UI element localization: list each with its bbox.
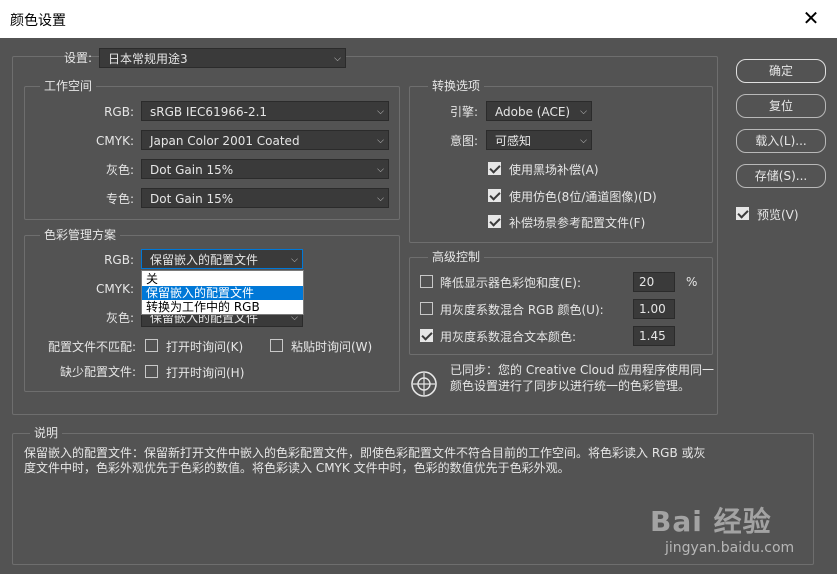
mismatch-label: 配置文件不匹配:	[47, 340, 136, 354]
title-bar: 颜色设置 ✕	[0, 0, 837, 38]
ws-spot-label: 专色:	[105, 192, 134, 206]
dropdown-option-preserve[interactable]: 保留嵌入的配置文件	[142, 286, 303, 300]
ws-spot-select[interactable]: Dot Gain 15% ⌵	[141, 188, 389, 208]
baidu-watermark-logo: Bai 经验	[650, 505, 772, 538]
ws-cmyk-value: Japan Color 2001 Coated	[150, 134, 300, 148]
ok-button[interactable]: 确定	[736, 59, 826, 83]
description-text: 保留嵌入的配置文件：保留新打开文件中嵌入的色彩配置文件，即使色彩配置文件不符合目…	[24, 446, 706, 475]
ws-cmyk-label: CMYK:	[96, 134, 134, 148]
ws-rgb-value: sRGB IEC61966-2.1	[150, 105, 268, 119]
dropdown-option-off[interactable]: 关	[142, 272, 303, 286]
cm-cmyk-label: CMYK:	[96, 282, 134, 296]
engine-value: Adobe (ACE)	[495, 105, 571, 119]
dither-label: 使用仿色(8位/通道图像)(D)	[509, 190, 657, 204]
cm-rgb-value: 保留嵌入的配置文件	[150, 253, 259, 267]
sync-icon	[410, 370, 438, 398]
missing-ask-open-checkbox[interactable]	[145, 365, 158, 378]
chevron-down-icon: ⌵	[291, 255, 298, 265]
close-icon[interactable]: ✕	[799, 6, 823, 30]
cm-gray-label: 灰色:	[105, 311, 134, 325]
ws-gray-value: Dot Gain 15%	[150, 163, 234, 177]
chevron-down-icon: ⌵	[580, 107, 587, 117]
load-button[interactable]: 载入(L)...	[736, 129, 826, 153]
chevron-down-icon: ⌵	[580, 136, 587, 146]
scene-referred-checkbox[interactable]	[488, 215, 501, 228]
preview-checkbox[interactable]	[736, 207, 749, 220]
chevron-down-icon: ⌵	[334, 54, 341, 64]
missing-label: 缺少配置文件:	[59, 365, 136, 379]
intent-label: 意图:	[449, 134, 478, 148]
blend-text-label: 用灰度系数混合文本颜色:	[440, 330, 577, 344]
blend-rgb-checkbox[interactable]	[420, 302, 433, 315]
mismatch-ask-open-checkbox[interactable]	[145, 339, 158, 352]
chevron-down-icon: ⌵	[377, 136, 384, 146]
desaturate-unit: %	[686, 275, 698, 289]
sync-text: 已同步：您的 Creative Cloud 应用程序使用同一颜色设置进行了同步以…	[450, 363, 715, 393]
rgb-policy-dropdown: 关 保留嵌入的配置文件 转换为工作中的 RGB	[141, 270, 304, 315]
window-title: 颜色设置	[10, 13, 66, 29]
missing-ask-open-label: 打开时询问(H)	[166, 366, 245, 380]
ws-rgb-label: RGB:	[104, 105, 134, 119]
save-button[interactable]: 存储(S)...	[736, 164, 826, 188]
mismatch-ask-open-label: 打开时询问(K)	[166, 340, 244, 354]
desaturate-label: 降低显示器色彩饱和度(E):	[440, 276, 581, 290]
engine-label: 引擎:	[449, 105, 478, 119]
cm-rgb-label: RGB:	[104, 253, 134, 267]
mismatch-ask-paste-checkbox[interactable]	[270, 339, 283, 352]
intent-value: 可感知	[495, 134, 532, 148]
ws-gray-label: 灰色:	[105, 163, 134, 177]
description-title: 说明	[30, 426, 63, 440]
chevron-down-icon: ⌵	[377, 107, 384, 117]
engine-select[interactable]: Adobe (ACE) ⌵	[486, 101, 592, 121]
desaturate-input[interactable]: 20	[633, 272, 675, 292]
blend-text-checkbox[interactable]	[420, 329, 433, 342]
black-point-label: 使用黑场补偿(A)	[509, 163, 599, 177]
cm-rgb-select[interactable]: 保留嵌入的配置文件 ⌵	[141, 249, 303, 269]
color-management-title: 色彩管理方案	[40, 228, 121, 242]
blend-rgb-label: 用灰度系数混合 RGB 颜色(U):	[440, 303, 604, 317]
mismatch-ask-paste-label: 粘贴时询问(W)	[291, 340, 373, 354]
settings-value: 日本常规用途3	[108, 52, 188, 66]
ws-cmyk-select[interactable]: Japan Color 2001 Coated ⌵	[141, 130, 389, 150]
settings-label: 设置:	[63, 51, 92, 65]
working-spaces-title: 工作空间	[40, 79, 97, 93]
ws-rgb-select[interactable]: sRGB IEC61966-2.1 ⌵	[141, 101, 389, 121]
scene-referred-label: 补偿场景参考配置文件(F)	[509, 216, 646, 230]
dither-checkbox[interactable]	[488, 189, 501, 202]
settings-select[interactable]: 日本常规用途3 ⌵	[99, 48, 346, 68]
chevron-down-icon: ⌵	[377, 165, 384, 175]
conversion-title: 转换选项	[428, 79, 485, 93]
dropdown-option-convert[interactable]: 转换为工作中的 RGB	[142, 300, 303, 314]
blend-text-input[interactable]: 1.45	[633, 326, 675, 346]
advanced-title: 高级控制	[428, 250, 485, 264]
baidu-watermark-url: jingyan.baidu.com	[665, 540, 795, 556]
desaturate-checkbox[interactable]	[420, 275, 433, 288]
black-point-checkbox[interactable]	[488, 162, 501, 175]
intent-select[interactable]: 可感知 ⌵	[486, 130, 592, 150]
chevron-down-icon: ⌵	[377, 194, 384, 204]
reset-button[interactable]: 复位	[736, 94, 826, 118]
ws-spot-value: Dot Gain 15%	[150, 192, 234, 206]
blend-rgb-input[interactable]: 1.00	[633, 299, 675, 319]
ws-gray-select[interactable]: Dot Gain 15% ⌵	[141, 159, 389, 179]
preview-label: 预览(V)	[757, 208, 799, 222]
